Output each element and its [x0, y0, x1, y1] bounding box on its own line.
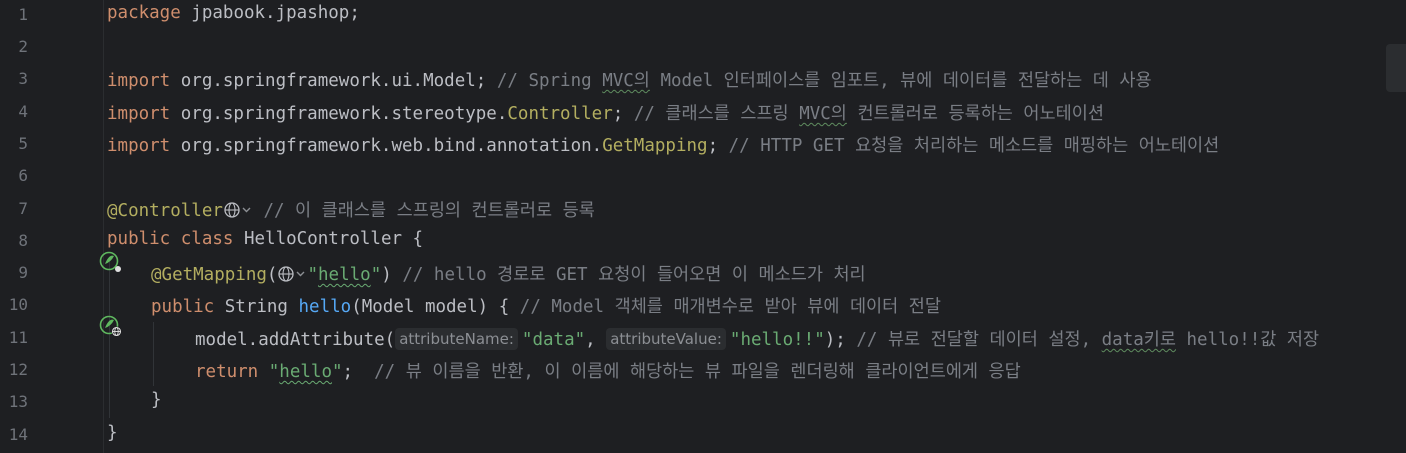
string: ": [331, 362, 343, 382]
code-line[interactable]: 12 return "hello"; // 뷰 이름을 반환, 이 이름에 해당…: [0, 355, 1406, 387]
keyword: import: [107, 71, 171, 91]
code-text: (: [266, 265, 278, 285]
code-line[interactable]: 9 @GetMapping( "hello") // hello 경로로 GET …: [0, 258, 1406, 290]
comment: // Spring: [486, 71, 603, 91]
code-text: ;: [612, 104, 624, 124]
code-text: ;: [342, 362, 354, 382]
code-line[interactable]: 6: [0, 161, 1406, 193]
comment: 컨트롤러로 등록하는 어노테이션: [846, 104, 1104, 124]
code-text: (Model model) {: [351, 297, 510, 317]
code-text: ,: [585, 330, 607, 350]
line-number: 4: [18, 102, 28, 121]
comment: // Model 객체를 매개변수로 받아 뷰에 데이터 전달: [509, 297, 941, 317]
string: ": [258, 362, 280, 382]
side-panel-tab[interactable]: [1386, 44, 1406, 92]
code-text: return "hello"; // 뷰 이름을 반환, 이 이름에 해당하는 …: [195, 358, 1021, 383]
string-link[interactable]: hello: [279, 362, 332, 382]
code-text: import org.springframework.stereotype.Co…: [107, 100, 1104, 125]
line-number: 13: [8, 392, 28, 411]
code-line[interactable]: 11 model.addAttribute(attributeName: "dat…: [0, 323, 1406, 355]
code-text: jpabook.jpashop;: [180, 3, 360, 23]
code-line[interactable]: 8 public class HelloController {: [0, 226, 1406, 272]
code-text: model.addAttribute(attributeName: "data",…: [195, 326, 1319, 351]
keyword: public class: [107, 229, 234, 249]
line-number: 14: [8, 425, 28, 444]
line-number: 9: [18, 263, 28, 282]
annotation: @Controller: [107, 201, 223, 221]
code-text: }: [107, 423, 118, 443]
annotation: @GetMapping: [151, 265, 267, 285]
line-number: 12: [8, 360, 28, 379]
comment: // HTTP GET 요청을 처리하는 메소드를 매핑하는 어노테이션: [718, 136, 1220, 156]
code-editor[interactable]: 1 package jpabook.jpashop; 2 3 import or…: [0, 0, 1406, 453]
code-line[interactable]: 3 import org.springframework.ui.Model; /…: [0, 64, 1406, 96]
web-endpoint-icon[interactable]: [36, 294, 122, 337]
comment: hello!!값 저장: [1175, 330, 1320, 350]
string: ": [370, 265, 382, 285]
string: "hello!!": [729, 330, 825, 350]
code-text: }: [151, 390, 162, 410]
line-number: 2: [18, 37, 28, 56]
class-name: HelloController {: [233, 229, 424, 249]
line-number: 6: [18, 166, 28, 185]
param-hint: attributeName:: [395, 328, 518, 350]
code-text: org.springframework.stereotype.: [170, 104, 508, 124]
code-text: ;: [707, 136, 719, 156]
code-text: public String hello(Model model) { // Mo…: [151, 293, 941, 318]
code-line[interactable]: 4 import org.springframework.stereotype.…: [0, 97, 1406, 129]
line-number: 10: [8, 295, 28, 314]
code-text: import org.springframework.ui.Model; // …: [107, 67, 1152, 92]
comment-typo: data키로: [1101, 330, 1176, 350]
string: ": [307, 265, 318, 285]
code-line[interactable]: 14 }: [0, 420, 1406, 452]
comment: // 이 클래스를 스프링의 컨트롤러로 등록: [252, 201, 595, 221]
code-text: ): [381, 265, 392, 285]
code-text: import org.springframework.web.bind.anno…: [107, 132, 1219, 157]
class-ref: Controller: [507, 104, 613, 124]
code-text: package jpabook.jpashop;: [107, 3, 360, 23]
comment: // 클래스를 스프링: [623, 104, 800, 124]
comment: // 뷰 이름을 반환, 이 이름에 해당하는 뷰 파일을 렌더링해 클라이언트…: [353, 362, 1021, 382]
code-line[interactable]: 13 }: [0, 387, 1406, 419]
spring-bean-icon[interactable]: [36, 230, 122, 272]
comment: // hello 경로로 GET 요청이 들어오면 이 메소드가 처리: [391, 265, 866, 285]
code-line[interactable]: 7 @Controller // 이 클래스를 스프링의 컨트롤러로 등록: [0, 194, 1406, 226]
globe-icon[interactable]: [277, 265, 307, 283]
method-name: hello: [298, 297, 352, 317]
param-hint: attributeValue:: [606, 328, 726, 350]
code-line[interactable]: 1 package jpabook.jpashop;: [0, 0, 1406, 32]
keyword: import: [107, 104, 171, 124]
code-text: @GetMapping( "hello") // hello 경로로 GET 요청…: [151, 261, 866, 286]
code-line[interactable]: 5 import org.springframework.web.bind.an…: [0, 129, 1406, 161]
string-link[interactable]: hello: [318, 265, 371, 285]
type: String: [214, 297, 299, 317]
comment: // 뷰로 전달할 데이터 설정,: [845, 330, 1102, 350]
comment-typo: MVC의: [799, 104, 847, 124]
keyword: public: [151, 297, 215, 317]
code-text: org.springframework.web.bind.annotation.: [170, 136, 603, 156]
code-text: );: [824, 330, 846, 350]
line-number: 11: [8, 328, 28, 347]
string: "data": [521, 330, 586, 350]
code-text: model.addAttribute(: [195, 330, 396, 350]
code-text: public class HelloController {: [107, 229, 423, 249]
comment-typo: MVC의: [602, 71, 650, 91]
code-line[interactable]: 10 public String hello(Model model) { //…: [0, 290, 1406, 337]
comment: Model 인터페이스를 임포트, 뷰에 데이터를 전달하는 데 사용: [649, 71, 1152, 91]
line-number: 1: [18, 5, 28, 24]
keyword: return: [195, 362, 259, 382]
line-number: 8: [18, 231, 28, 250]
keyword: import: [107, 136, 171, 156]
code-line[interactable]: 2: [0, 32, 1406, 64]
keyword: package: [107, 3, 181, 23]
code-text: @Controller // 이 클래스를 스프링의 컨트롤러로 등록: [107, 197, 595, 222]
line-number: 5: [18, 134, 28, 153]
globe-icon[interactable]: [223, 201, 253, 219]
line-number: 3: [18, 69, 28, 88]
class-ref: GetMapping: [602, 136, 708, 156]
line-number: 7: [18, 199, 28, 218]
code-text: org.springframework.ui.Model;: [170, 71, 487, 91]
